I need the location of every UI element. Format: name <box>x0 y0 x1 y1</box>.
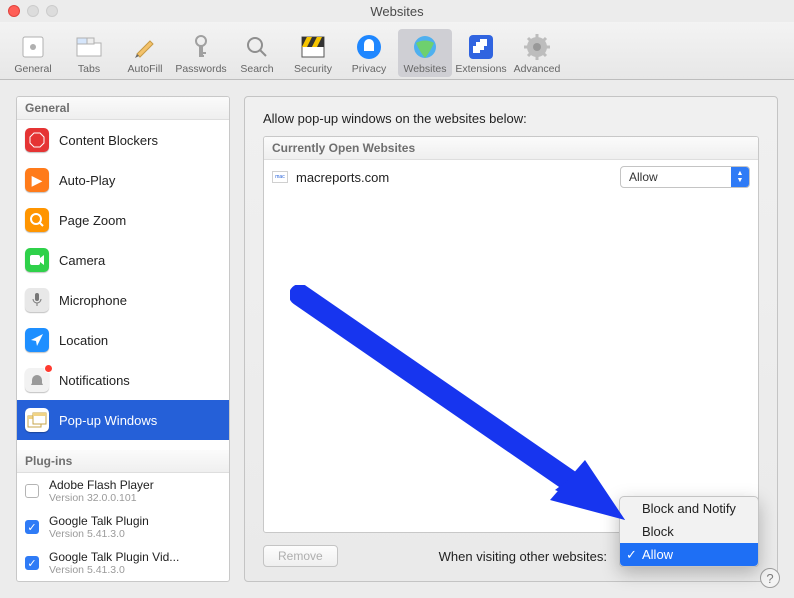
table-header: Currently Open Websites <box>264 137 758 160</box>
sidebar-item-auto-play[interactable]: ▶Auto-Play <box>17 160 229 200</box>
plugin-checkbox[interactable]: ✓ <box>25 556 39 570</box>
plugin-row-flash[interactable]: Adobe Flash PlayerVersion 32.0.0.101 <box>17 473 229 509</box>
security-icon <box>299 33 327 61</box>
toolbar-item-tabs[interactable]: Tabs <box>62 29 116 77</box>
main-panel: Allow pop-up windows on the websites bel… <box>244 96 778 582</box>
toolbar-item-privacy[interactable]: Privacy <box>342 29 396 77</box>
sidebar-header-general: General <box>17 97 229 120</box>
toolbar-item-search[interactable]: Search <box>230 29 284 77</box>
menu-item-block-and-notify[interactable]: Block and Notify <box>620 497 758 520</box>
sidebar-item-notifications[interactable]: Notifications <box>17 360 229 400</box>
plugin-checkbox[interactable] <box>25 484 39 498</box>
passwords-icon <box>187 33 215 61</box>
toolbar-item-extensions[interactable]: Extensions <box>454 29 508 77</box>
play-icon: ▶ <box>25 168 49 192</box>
general-icon <box>19 33 47 61</box>
site-name: macreports.com <box>296 170 612 185</box>
help-button[interactable]: ? <box>760 568 780 588</box>
sidebar-item-content-blockers[interactable]: Content Blockers <box>17 120 229 160</box>
sidebar-header-plugins: Plug-ins <box>17 450 229 473</box>
websites-icon <box>411 33 439 61</box>
table-row[interactable]: mac macreports.com Allow ▲▼ <box>264 160 758 194</box>
toolbar-item-security[interactable]: Security <box>286 29 340 77</box>
toolbar-item-advanced[interactable]: Advanced <box>510 29 564 77</box>
site-favicon-icon: mac <box>272 171 288 183</box>
content-area: General Content Blockers ▶Auto-Play Page… <box>0 80 794 598</box>
camera-icon <box>25 248 49 272</box>
menu-item-allow[interactable]: Allow <box>620 543 758 566</box>
plugin-row-googletalk-video[interactable]: ✓Google Talk Plugin Vid...Version 5.41.3… <box>17 545 229 581</box>
sidebar-list: Content Blockers ▶Auto-Play Page Zoom Ca… <box>17 120 229 450</box>
row-permission-select[interactable]: Allow ▲▼ <box>620 166 750 188</box>
search-icon <box>243 33 271 61</box>
toolbar-item-websites[interactable]: Websites <box>398 29 452 77</box>
sidebar-item-page-zoom[interactable]: Page Zoom <box>17 200 229 240</box>
titlebar: Websites <box>0 0 794 22</box>
other-websites-label: When visiting other websites: <box>439 549 607 564</box>
toolbar-item-autofill[interactable]: AutoFill <box>118 29 172 77</box>
remove-button[interactable]: Remove <box>263 545 338 567</box>
autofill-icon <box>131 33 159 61</box>
window-title: Websites <box>0 4 794 19</box>
sidebar-item-camera[interactable]: Camera <box>17 240 229 280</box>
sidebar-item-location[interactable]: Location <box>17 320 229 360</box>
zoom-icon <box>25 208 49 232</box>
sidebar-item-popup-windows[interactable]: Pop-up Windows <box>17 400 229 440</box>
toolbar-item-passwords[interactable]: Passwords <box>174 29 228 77</box>
permission-dropdown-menu: Block and Notify Block Allow <box>619 496 759 567</box>
panel-footer: Remove When visiting other websites: All… <box>263 545 759 567</box>
plugin-row-googletalk[interactable]: ✓Google Talk PluginVersion 5.41.3.0 <box>17 509 229 545</box>
notifications-icon <box>25 368 49 392</box>
windows-icon <box>25 408 49 432</box>
websites-table: Currently Open Websites mac macreports.c… <box>263 136 759 533</box>
plugin-checkbox[interactable]: ✓ <box>25 520 39 534</box>
tabs-icon <box>75 33 103 61</box>
microphone-icon <box>25 288 49 312</box>
select-arrows-icon: ▲▼ <box>731 167 749 187</box>
extensions-icon <box>467 33 495 61</box>
sidebar-item-microphone[interactable]: Microphone <box>17 280 229 320</box>
privacy-icon <box>355 33 383 61</box>
menu-item-block[interactable]: Block <box>620 520 758 543</box>
location-icon <box>25 328 49 352</box>
stop-icon <box>25 128 49 152</box>
toolbar-item-general[interactable]: General <box>6 29 60 77</box>
main-header: Allow pop-up windows on the websites bel… <box>263 111 759 126</box>
advanced-icon <box>523 33 551 61</box>
preferences-toolbar: General Tabs AutoFill Passwords Search S… <box>0 22 794 80</box>
websites-sidebar: General Content Blockers ▶Auto-Play Page… <box>16 96 230 582</box>
